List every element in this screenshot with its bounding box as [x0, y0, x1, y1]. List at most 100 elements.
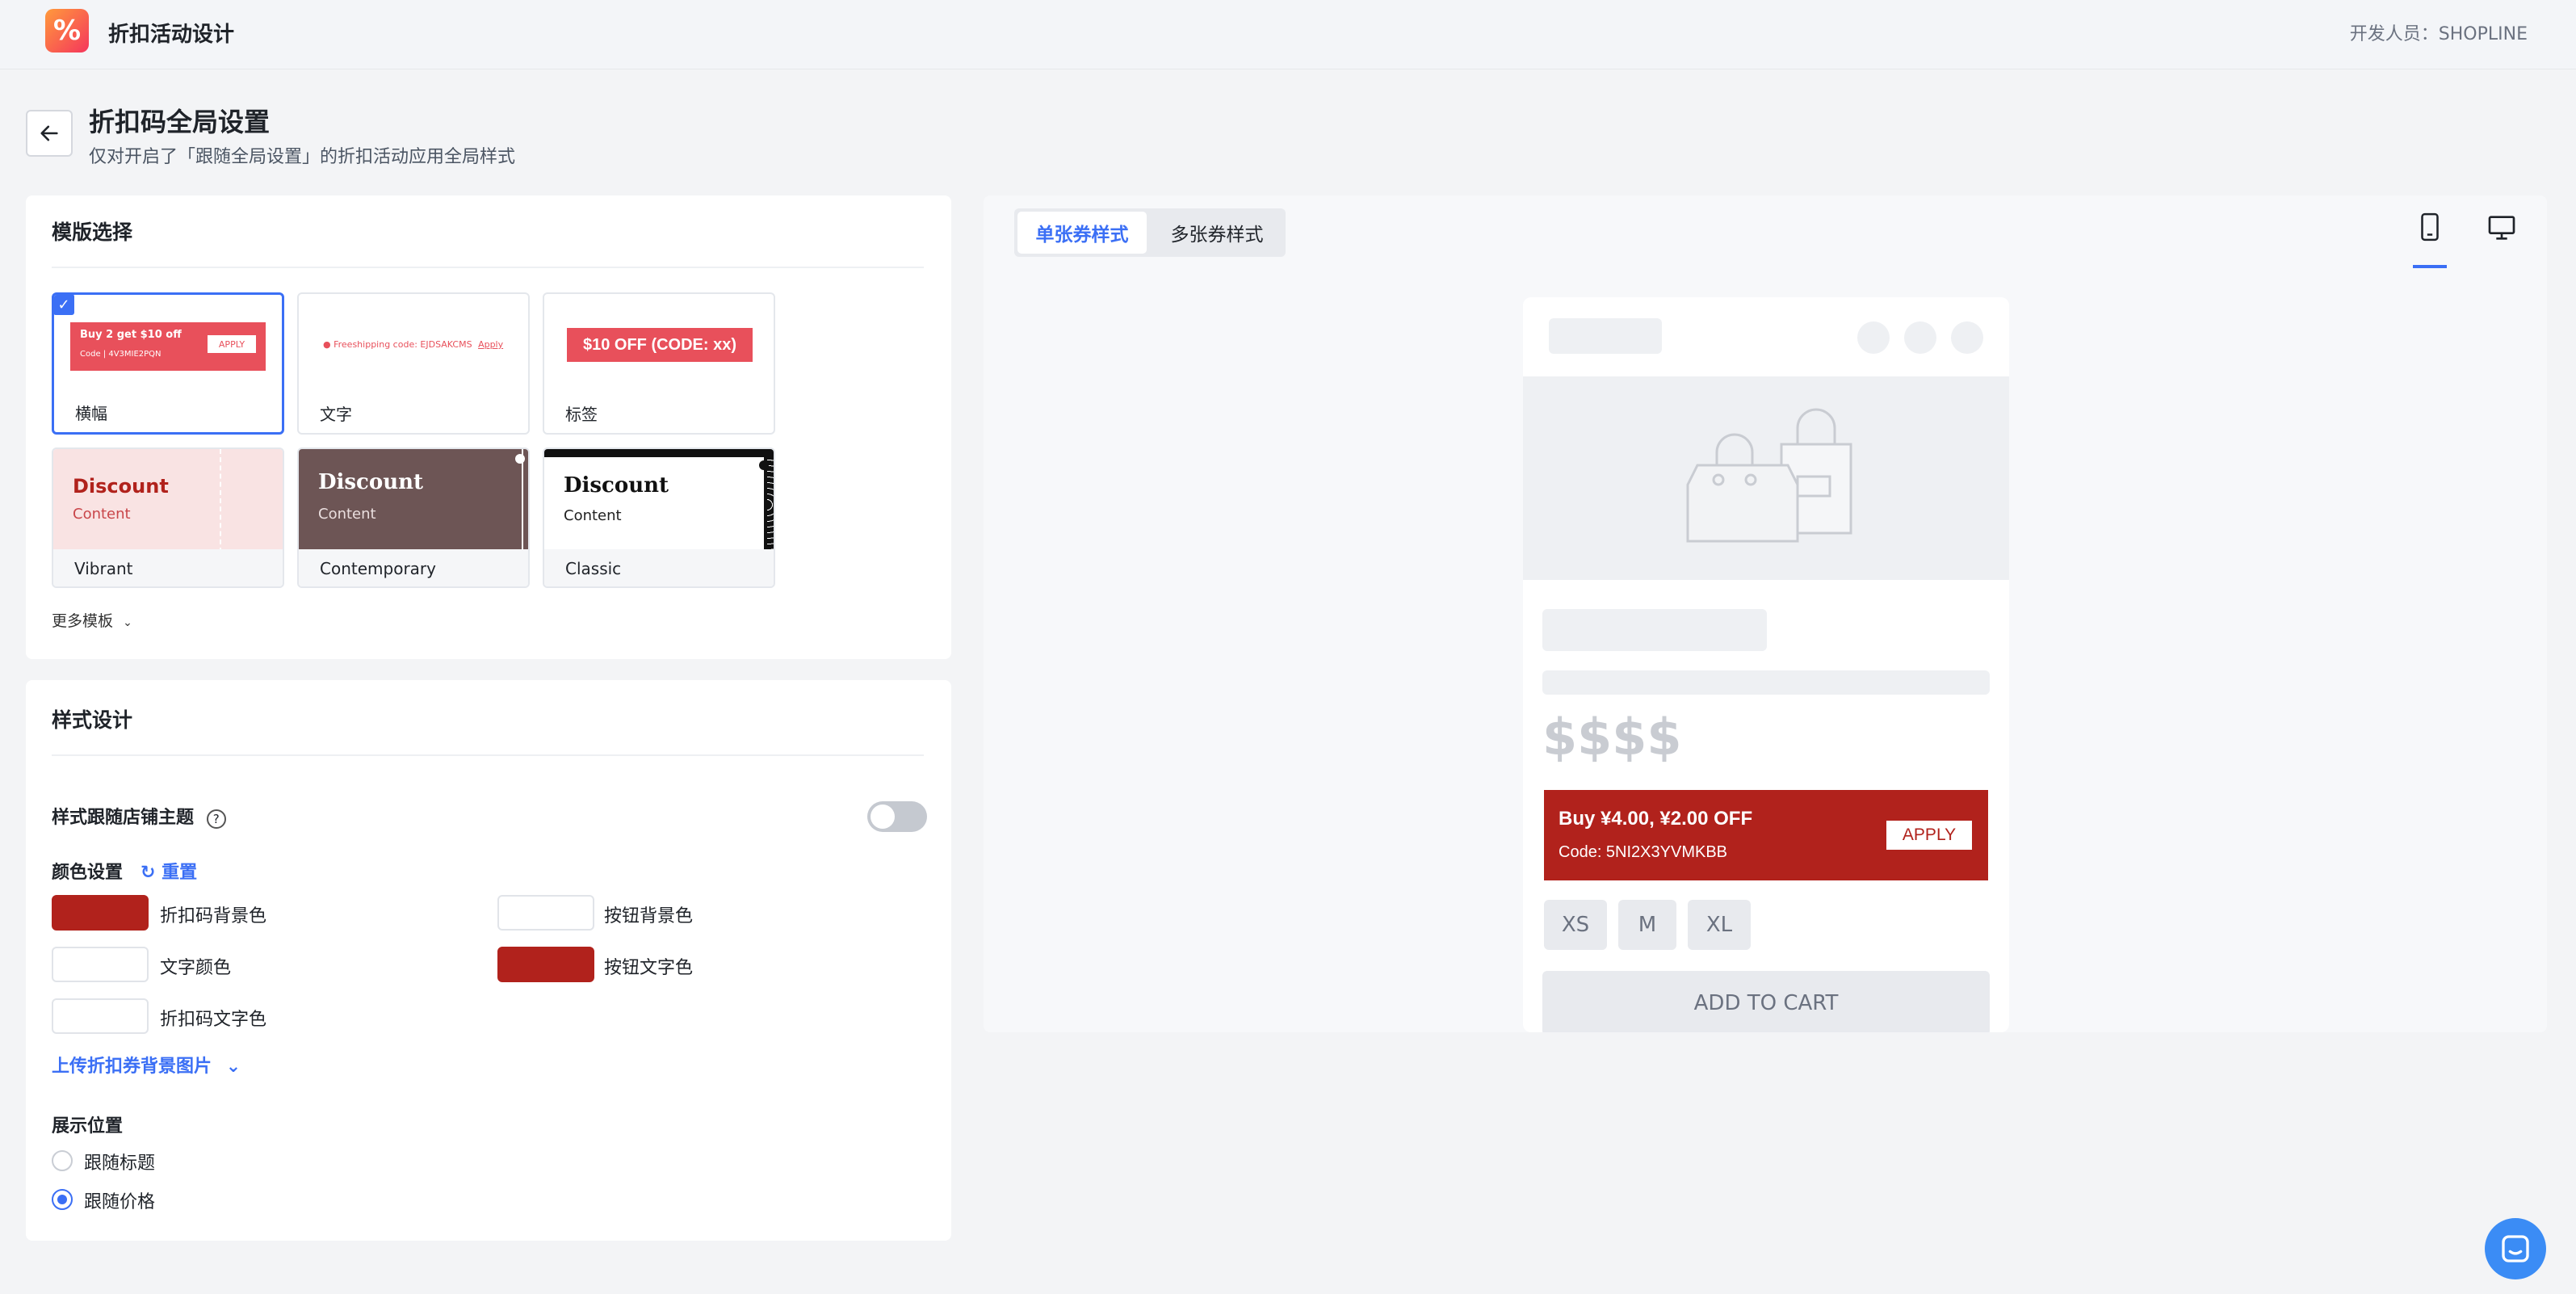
tile-preview: ● Freeshipping code: EJDSAKCMS Apply: [299, 294, 528, 405]
more-templates-button[interactable]: 更多模板 ⌄: [52, 609, 132, 631]
placeholder-line: [1542, 670, 1990, 695]
position-radio-price-label: 跟随价格: [84, 1192, 156, 1212]
text-preview: ● Freeshipping code: EJDSAKCMS Apply: [323, 339, 504, 350]
desktop-icon: [2488, 216, 2515, 240]
tag-icon: ●: [323, 339, 331, 350]
placeholder-logo: [1549, 318, 1662, 354]
code-text-color-swatch[interactable]: [52, 998, 149, 1034]
shopping-bags-icon: [1686, 408, 1852, 543]
tab-single-coupon[interactable]: 单张券样式: [1017, 212, 1147, 254]
tile-label: Contemporary: [320, 559, 436, 578]
template-card: 模版选择 ✓ Buy 2 get $10 off Code | 4V3MIE2P…: [26, 195, 951, 659]
size-option-xs[interactable]: XS: [1544, 900, 1607, 950]
tile-label: Vibrant: [74, 559, 133, 578]
template-tile-tag[interactable]: $10 OFF (CODE: xx) 标签: [543, 292, 775, 435]
tag-preview: $10 OFF (CODE: xx): [567, 328, 753, 362]
template-tile-classic[interactable]: Discount Content Classic: [543, 447, 775, 588]
mobile-view-button[interactable]: [2414, 212, 2445, 255]
tile-label: 横幅: [75, 404, 107, 423]
vibrant-preview-content: Content: [73, 506, 131, 523]
chat-icon: [2502, 1235, 2529, 1262]
tile-preview: Discount Content: [544, 449, 774, 552]
button-bg-color-label: 按钮背景色: [604, 906, 694, 926]
code-bg-color-swatch[interactable]: [52, 895, 149, 931]
button-bg-color-swatch[interactable]: [497, 895, 594, 931]
banner-preview: Buy 2 get $10 off Code | 4V3MIE2PQN APPL…: [70, 322, 266, 371]
product-image-placeholder: [1523, 376, 2009, 580]
arrow-left-icon: [40, 125, 58, 141]
chevron-down-icon: ⌄: [123, 616, 132, 629]
banner-preview-title: Buy 2 get $10 off: [80, 329, 182, 341]
active-view-underline: [2413, 265, 2447, 268]
size-option-xl[interactable]: XL: [1688, 900, 1751, 950]
position-radio-price[interactable]: [52, 1189, 73, 1210]
dashed-divider: [220, 449, 221, 552]
template-tile-text[interactable]: ● Freeshipping code: EJDSAKCMS Apply 文字: [297, 292, 530, 435]
reset-button[interactable]: ↻ 重置: [141, 858, 197, 884]
follow-theme-toggle[interactable]: [867, 801, 927, 832]
coupon-code: Code: 5NI2X3YVMKBB: [1559, 843, 1727, 861]
divider: [52, 267, 924, 268]
dot-icon: [759, 460, 769, 470]
frame-edge: [522, 449, 528, 552]
classic-preview-content: Content: [564, 507, 622, 524]
placeholder-title: [1542, 609, 1767, 651]
tile-label: Classic: [565, 559, 622, 578]
help-icon[interactable]: ?: [206, 809, 226, 829]
template-tile-contemporary[interactable]: Discount Content Contemporary: [297, 447, 530, 588]
text-color-swatch[interactable]: [52, 947, 149, 982]
button-text-color-label: 按钮文字色: [604, 958, 694, 978]
placeholder-icon: [1951, 321, 1983, 354]
mobile-icon: [2421, 212, 2439, 242]
vibrant-preview-title: Discount: [73, 475, 169, 498]
placeholder-icon: [1857, 321, 1890, 354]
tab-multi-coupon[interactable]: 多张券样式: [1152, 212, 1282, 254]
style-section-title: 样式设计: [52, 708, 133, 732]
chat-support-button[interactable]: [2485, 1218, 2546, 1279]
tile-label: 文字: [320, 405, 352, 424]
page-subtitle: 仅对开启了「跟随全局设置」的折扣活动应用全局样式: [89, 147, 516, 167]
upload-background-link[interactable]: 上传折扣券背景图片 ⌄: [52, 1052, 241, 1078]
check-icon: ✓: [54, 295, 74, 315]
tile-label: 标签: [565, 405, 598, 424]
banner-preview-button: APPLY: [208, 335, 256, 353]
tile-preview: Discount Content: [299, 449, 528, 552]
template-tile-banner[interactable]: ✓ Buy 2 get $10 off Code | 4V3MIE2PQN AP…: [52, 292, 284, 435]
classic-preview-title: Discount: [564, 473, 669, 498]
coupon-title: Buy ¥4.00, ¥2.00 OFF: [1559, 808, 1753, 830]
contemporary-preview-content: Content: [318, 506, 376, 523]
price-placeholder: $$$$: [1542, 708, 1682, 767]
code-text-color-label: 折扣码文字色: [160, 1010, 267, 1030]
coupon-banner: Buy ¥4.00, ¥2.00 OFF Code: 5NI2X3YVMKBB …: [1544, 790, 1988, 880]
top-bar: % 折扣活动设计 开发人员：SHOPLINE: [0, 0, 2576, 69]
size-option-m[interactable]: M: [1618, 900, 1676, 950]
placeholder-icon: [1904, 321, 1936, 354]
position-radio-title[interactable]: [52, 1150, 73, 1171]
app-logo: %: [45, 9, 89, 53]
preview-tabs: 单张券样式 多张券样式: [1014, 208, 1286, 257]
tile-preview: Discount Content: [53, 449, 283, 552]
percent-icon: %: [52, 15, 82, 47]
scalloped-edge: [764, 457, 774, 552]
refresh-icon: ↻: [141, 863, 156, 883]
text-color-label: 文字颜色: [160, 958, 232, 978]
dot-icon: [515, 454, 525, 464]
app-title: 折扣活动设计: [108, 23, 235, 47]
tile-preview: $10 OFF (CODE: xx): [544, 294, 774, 405]
button-text-color-swatch[interactable]: [497, 947, 594, 982]
toggle-knob: [871, 805, 895, 829]
template-tile-vibrant[interactable]: Discount Content Vibrant: [52, 447, 284, 588]
tile-preview: Buy 2 get $10 off Code | 4V3MIE2PQN APPL…: [54, 295, 282, 406]
add-to-cart-button[interactable]: ADD TO CART: [1542, 971, 1990, 1032]
color-settings-title: 颜色设置: [52, 863, 124, 883]
template-section-title: 模版选择: [52, 221, 133, 244]
divider: [52, 754, 924, 756]
developer-label: 开发人员：SHOPLINE: [2349, 24, 2528, 44]
banner-preview-code: Code | 4V3MIE2PQN: [80, 350, 162, 359]
desktop-view-button[interactable]: [2486, 212, 2519, 246]
coupon-apply-button[interactable]: APPLY: [1886, 821, 1972, 850]
display-position-title: 展示位置: [52, 1116, 124, 1136]
position-radio-title-label: 跟随标题: [84, 1153, 156, 1174]
back-button[interactable]: [26, 110, 73, 157]
contemporary-preview-title: Discount: [318, 470, 424, 494]
